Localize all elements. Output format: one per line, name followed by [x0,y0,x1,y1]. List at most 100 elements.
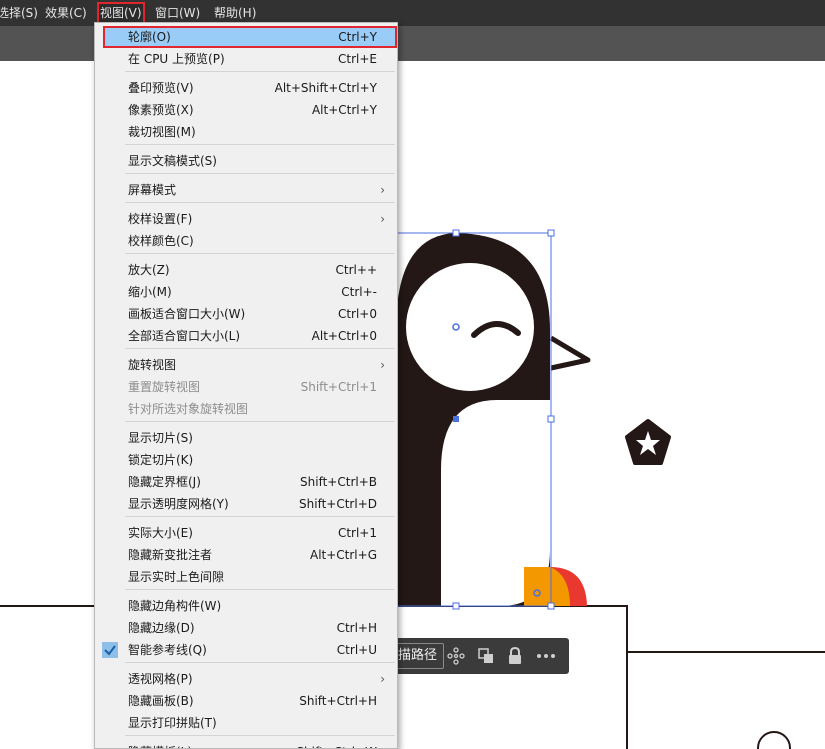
menu-item[interactable]: 裁切视图(M) [95,121,397,143]
menu-item[interactable]: 显示实时上色间隙 [95,566,397,588]
menu-item-label: 隐藏画板(B) [128,694,194,708]
penguin-beak[interactable] [549,335,591,371]
menu-separator [125,71,395,72]
menu-item-label: 隐藏模板(L) [128,741,192,748]
menu-item[interactable]: 叠印预览(V) Alt+Shift+Ctrl+Y [95,77,397,99]
chevron-right-icon: › [380,183,385,197]
menu-item-shortcut: Shift+Ctrl+H [299,694,377,708]
anchor-point[interactable] [453,416,459,422]
menu-item-shortcut: Alt+Ctrl+Y [311,103,377,117]
chevron-right-icon: › [380,212,385,226]
menu-item[interactable]: 显示切片(S) [95,427,397,449]
menu-item-label: 显示实时上色间隙 [128,570,225,584]
menu-separator [125,173,395,174]
menu-item-label: 重置旋转视图 [128,380,201,394]
menu-separator [125,253,395,254]
menu-item-label: 实际大小(E) [128,526,193,540]
menu-item-shortcut: Ctrl+E [338,52,377,66]
menu-item[interactable]: 放大(Z) Ctrl++ [95,259,397,281]
menu-item[interactable]: 显示透明度网格(Y) Shift+Ctrl+D [95,493,397,515]
menu-item-label: 画板适合窗口大小(W) [128,307,246,321]
menu-item[interactable]: 隐藏边角构件(W) [95,595,397,617]
menu-item-shortcut: Ctrl+0 [337,307,377,321]
menu-item-shortcut: Alt+Shift+Ctrl+Y [274,81,377,95]
menu-select[interactable]: 选择(S) [0,0,38,26]
menu-item-label: 放大(Z) [128,263,170,277]
menu-separator [125,735,395,736]
menu-item[interactable]: 实际大小(E) Ctrl+1 [95,522,397,544]
menu-item[interactable]: 显示文稿模式(S) [95,150,397,172]
menu-item-label: 在 CPU 上预览(P) [128,52,225,66]
menu-item-label: 显示切片(S) [128,431,193,445]
menu-item-shortcut: Ctrl+Y [338,30,377,44]
menu-item-shortcut: Shift+Ctrl+1 [300,380,377,394]
scatter-points-icon[interactable] [446,646,466,666]
menu-separator [125,516,395,517]
menu-item[interactable]: 锁定切片(K) [95,449,397,471]
menu-item[interactable]: 缩小(M) Ctrl+- [95,281,397,303]
menu-separator [125,348,395,349]
menu-separator [125,144,395,145]
menu-separator [125,589,395,590]
menu-view[interactable]: 视图(V) [97,2,145,24]
menu-item[interactable]: 隐藏边缘(D) Ctrl+H [95,617,397,639]
menu-item-shortcut: Shift+Ctrl+B [300,475,377,489]
menu-item-label: 隐藏边角构件(W) [128,599,222,613]
chevron-right-icon: › [380,672,385,686]
menu-item-label: 显示打印拼贴(T) [128,716,217,730]
chevron-right-icon: › [380,358,385,372]
checkmark-icon [102,642,118,658]
menu-item-label: 针对所选对象旋转视图 [128,402,249,416]
view-menu-dropdown: 轮廓(O) Ctrl+Y 在 CPU 上预览(P) Ctrl+E 叠印预览(V) Alt+… [94,22,398,749]
menu-item-label: 透视网格(P) [128,672,193,686]
menu-item-label: 校样颜色(C) [128,234,194,248]
circle-shape[interactable] [757,731,791,749]
more-icon[interactable] [536,646,556,666]
menu-item: 针对所选对象旋转视图 [95,398,397,420]
menu-item-shortcut: Alt+Ctrl+0 [311,329,377,343]
menu-item[interactable]: 像素预览(X) Alt+Ctrl+Y [95,99,397,121]
menu-item[interactable]: 轮廓(O) Ctrl+Y [103,26,397,48]
menu-item-shortcut: Ctrl+1 [337,526,377,540]
menu-item[interactable]: 隐藏新变批注者 Alt+Ctrl+G [95,544,397,566]
menu-item[interactable]: 校样颜色(C) [95,230,397,252]
menu-separator [125,202,395,203]
menu-item-shortcut: Shift+Ctrl+D [299,497,377,511]
menu-item[interactable]: 画板适合窗口大小(W) Ctrl+0 [95,303,397,325]
contextual-task-bar: 描路径 [394,638,569,674]
menu-item[interactable]: 屏幕模式 › [95,179,397,201]
lock-icon[interactable] [505,646,525,666]
menu-item[interactable]: 透视网格(P) › [95,668,397,690]
menu-item-label: 隐藏定界框(J) [128,475,201,489]
menu-item-label: 显示透明度网格(Y) [128,497,229,511]
menu-item-label: 校样设置(F) [128,212,193,226]
menu-item[interactable]: 在 CPU 上预览(P) Ctrl+E [95,48,397,70]
menu-item-label: 像素预览(X) [128,103,194,117]
menu-item-shortcut: Ctrl+H [336,621,377,635]
menu-item[interactable]: 校样设置(F) › [95,208,397,230]
outline-stroke-button[interactable]: 描路径 [396,643,445,669]
menu-item-label: 旋转视图 [128,358,177,372]
menu-item-label: 缩小(M) [128,285,172,299]
menu-item-label: 隐藏边缘(D) [128,621,195,635]
menu-item-label: 裁切视图(M) [128,125,196,139]
intersect-icon[interactable] [476,646,496,666]
menu-item[interactable]: 旋转视图 › [95,354,397,376]
menu-item-label: 全部适合窗口大小(L) [128,329,241,343]
menu-item-shortcut: Ctrl+- [341,285,377,299]
menu-item[interactable]: 隐藏画板(B) Shift+Ctrl+H [95,690,397,712]
menu-item-label: 叠印预览(V) [128,81,194,95]
menu-effect[interactable]: 效果(C) [45,0,87,26]
menu-item-shortcut: Ctrl+U [336,643,377,657]
menu-item-label: 隐藏新变批注者 [128,548,213,562]
menu-item-label: 屏幕模式 [128,183,177,197]
menu-item[interactable]: 显示打印拼贴(T) [95,712,397,734]
menu-item[interactable]: 隐藏定界框(J) Shift+Ctrl+B [95,471,397,493]
menu-item[interactable]: 隐藏模板(L) Shift+Ctrl+W [95,741,397,748]
menu-item-label: 轮廓(O) [128,30,171,44]
menu-item[interactable]: 全部适合窗口大小(L) Alt+Ctrl+0 [95,325,397,347]
menu-item: 重置旋转视图 Shift+Ctrl+1 [95,376,397,398]
menu-item[interactable]: 智能参考线(Q) Ctrl+U [95,639,397,661]
menu-item-shortcut: Ctrl++ [335,263,377,277]
menu-item-label: 智能参考线(Q) [128,643,207,657]
